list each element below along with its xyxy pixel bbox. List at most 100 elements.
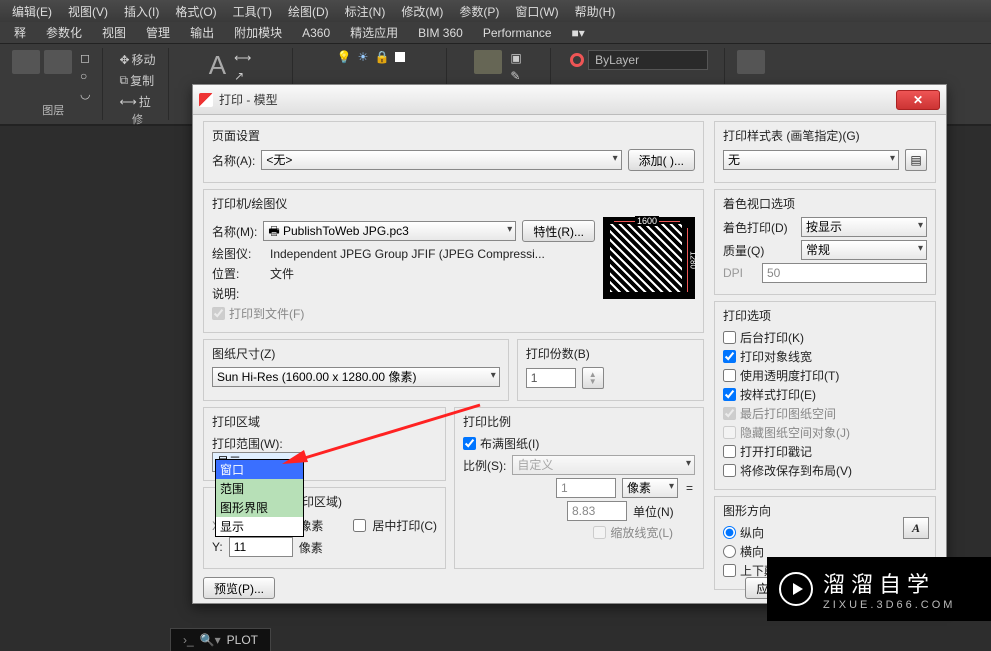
page-setup-group: 页面设置 名称(A): <无> 添加( )... <box>203 121 704 183</box>
command-line[interactable]: ›_ 🔍▾ PLOT <box>170 628 271 651</box>
lock-icon[interactable]: 🔒 <box>374 50 389 64</box>
plot-option-3-checkbox[interactable] <box>723 388 736 401</box>
orientation-preview-icon: A <box>903 517 929 539</box>
scale-unit-select[interactable]: 像素 <box>622 478 678 498</box>
desc-label: 说明: <box>212 285 264 302</box>
ribbon-tab-2[interactable]: 视图 <box>92 22 136 43</box>
bulb-icon[interactable]: 💡 <box>337 50 352 64</box>
menu-insert[interactable]: 插入(I) <box>116 1 167 22</box>
plot-option-6-checkbox[interactable] <box>723 445 736 458</box>
ribbon-tab-8[interactable]: BIM 360 <box>408 24 473 42</box>
plot-options-group: 打印选项 后台打印(K)打印对象线宽使用透明度打印(T)按样式打印(E)最后打印… <box>714 301 936 490</box>
watermark-site: ZIXUE.3D66.COM <box>823 599 955 611</box>
plot-scale-group: 打印比例 布满图纸(I) 比例(S):自定义 像素= 单位(N) 缩放线宽(L) <box>454 407 704 569</box>
layer-combo[interactable]: ByLayer <box>588 50 708 70</box>
fit-to-paper-checkbox[interactable] <box>463 437 476 450</box>
insert-block-icon[interactable] <box>474 50 502 74</box>
circle-icon[interactable]: ○ <box>76 68 94 84</box>
stretch-button[interactable]: ⟷ 拉 <box>115 92 159 111</box>
watermark-brand: 溜溜自学 <box>823 567 955 599</box>
sun-icon[interactable]: ☀ <box>358 50 369 64</box>
dd-option-display[interactable]: 显示 <box>216 517 303 536</box>
y-offset-input[interactable] <box>229 537 293 557</box>
portrait-radio[interactable] <box>723 526 736 539</box>
copies-spinner: ▲▼ <box>582 367 604 389</box>
menu-help[interactable]: 帮助(H) <box>567 1 624 22</box>
menu-format[interactable]: 格式(O) <box>167 1 224 22</box>
ribbon-tab-6[interactable]: A360 <box>292 24 340 42</box>
edit-block-icon[interactable]: ✎ <box>506 68 525 84</box>
name-m-label: 名称(M): <box>212 223 257 240</box>
leader-icon[interactable]: ↗ <box>230 68 255 84</box>
dim-icon[interactable]: ⟷ <box>230 50 255 66</box>
dd-option-extents[interactable]: 范围 <box>216 479 303 498</box>
paper-size-title: 图纸尺寸(Z) <box>212 345 500 362</box>
plot-option-1-checkbox[interactable] <box>723 350 736 363</box>
plot-style-table-select[interactable]: 无 <box>723 150 899 170</box>
app-icon <box>199 93 213 107</box>
landscape-radio[interactable] <box>723 545 736 558</box>
layer-swatch-icon[interactable] <box>395 52 405 62</box>
add-button[interactable]: 添加( )... <box>628 149 695 171</box>
plot-option-2-label: 使用透明度打印(T) <box>740 367 839 384</box>
shade-plot-select[interactable]: 按显示 <box>801 217 927 237</box>
page-setup-select[interactable]: <无> <box>261 150 621 170</box>
ribbon-tab-1[interactable]: 参数化 <box>36 22 92 43</box>
plot-option-5-checkbox <box>723 426 736 439</box>
ribbon-tab-3[interactable]: 管理 <box>136 22 180 43</box>
ribbon-tab-0[interactable]: 释 <box>4 22 36 43</box>
color-wheel-icon[interactable] <box>570 53 584 67</box>
center-checkbox[interactable] <box>353 519 366 532</box>
ribbon-tab-5[interactable]: 附加模块 <box>224 22 292 43</box>
menu-view[interactable]: 视图(V) <box>60 1 116 22</box>
properties-button[interactable]: 特性(R)... <box>522 220 595 242</box>
printer-title: 打印机/绘图仪 <box>212 195 695 212</box>
menu-window[interactable]: 窗口(W) <box>507 1 566 22</box>
copy-button[interactable]: ⧉ 复制 <box>115 71 159 90</box>
menu-dimension[interactable]: 标注(N) <box>337 1 394 22</box>
plot-style-edit-button[interactable]: ▤ <box>905 149 927 171</box>
scale-denominator-input <box>567 501 627 521</box>
landscape-label: 横向 <box>740 543 764 560</box>
create-block-icon[interactable]: ▣ <box>506 50 525 66</box>
ribbon-tab-focus[interactable]: ■▾ <box>562 24 595 42</box>
dialog-titlebar[interactable]: 打印 - 模型 ✕ <box>193 85 946 115</box>
preview-button[interactable]: 预览(P)... <box>203 577 275 599</box>
plot-option-2-checkbox[interactable] <box>723 369 736 382</box>
dd-option-limits[interactable]: 图形界限 <box>216 498 303 517</box>
close-button[interactable]: ✕ <box>896 90 940 110</box>
ribbon-tab-7[interactable]: 精选应用 <box>340 22 408 43</box>
y-offset-label: Y: <box>212 540 223 554</box>
plot-option-0-label: 后台打印(K) <box>740 329 804 346</box>
line-icon[interactable] <box>12 50 40 74</box>
menu-edit[interactable]: 编辑(E) <box>4 1 60 22</box>
printer-select[interactable]: 🖶 PublishToWeb JPG.pc3 <box>263 221 516 241</box>
menu-tools[interactable]: 工具(T) <box>225 1 280 22</box>
plot-area-title: 打印区域 <box>212 413 437 430</box>
ribbon-tab-9[interactable]: Performance <box>473 24 562 42</box>
paper-size-select[interactable]: Sun Hi-Res (1600.00 x 1280.00 像素) <box>212 367 500 387</box>
arc-icon[interactable] <box>44 50 72 74</box>
dd-option-window[interactable]: 窗口 <box>216 460 303 479</box>
plot-option-0-checkbox[interactable] <box>723 331 736 344</box>
move-button[interactable]: ✥ 移动 <box>115 50 159 69</box>
menu-draw[interactable]: 绘图(D) <box>280 1 337 22</box>
group-icon[interactable] <box>737 50 765 74</box>
chevron-right-icon: ›_ <box>183 633 194 647</box>
where-label: 位置: <box>212 265 264 282</box>
quality-select[interactable]: 常规 <box>801 240 927 260</box>
plot-to-file-label: 打印到文件(F) <box>229 305 304 322</box>
menu-parametric[interactable]: 参数(P) <box>451 1 507 22</box>
polyline-icon[interactable]: ◻ <box>76 50 94 66</box>
ribbon-tab-4[interactable]: 输出 <box>180 22 224 43</box>
ellipse-icon[interactable]: ◡ <box>76 86 94 102</box>
preview-height: 1280 <box>688 251 697 269</box>
dialog-title: 打印 - 模型 <box>219 91 896 108</box>
plot-scale-title: 打印比例 <box>463 413 695 430</box>
upside-down-checkbox[interactable] <box>723 564 736 577</box>
plot-option-7-checkbox[interactable] <box>723 464 736 477</box>
plot-option-1-label: 打印对象线宽 <box>740 348 812 365</box>
menu-modify[interactable]: 修改(M) <box>393 1 451 22</box>
plot-range-dropdown[interactable]: 窗口 范围 图形界限 显示 <box>215 459 304 537</box>
equals-sign: = <box>684 481 695 495</box>
